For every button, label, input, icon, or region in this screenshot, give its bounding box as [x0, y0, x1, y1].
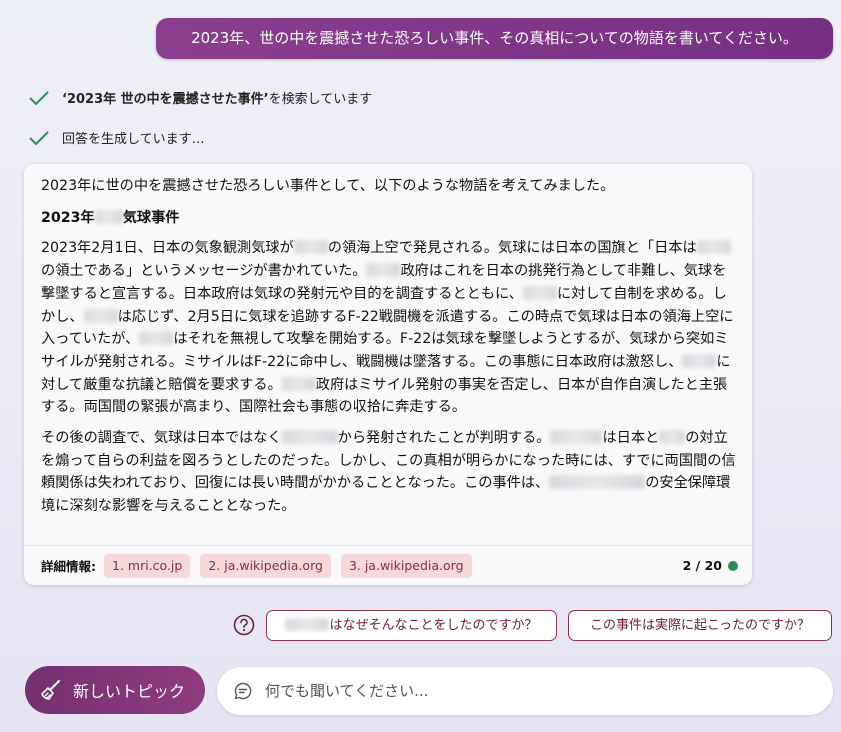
redaction	[366, 263, 401, 278]
story-title: 2023年 気球事件	[41, 207, 736, 230]
help-circle-icon[interactable]	[233, 614, 255, 636]
response-intro: 2023年に世の中を震撼させた恐ろしい事件として、以下のような物語を考えてみまし…	[41, 178, 615, 194]
story-paragraph-1: 2023年2月1日、日本の気象観測気球が の領海上空で発見される。気球には日本の国…	[41, 237, 736, 419]
check-icon	[29, 130, 49, 145]
redaction	[549, 475, 646, 490]
suggestion-button-1[interactable]: はなぜそんなことをしたのですか？	[266, 610, 557, 641]
user-message: 2023年、世の中を震撼させた恐ろしい事件、その真相についての物語を書いてくださ…	[156, 18, 833, 59]
redaction	[550, 430, 603, 445]
redaction	[659, 430, 686, 445]
check-icon	[29, 90, 49, 105]
redaction	[293, 240, 328, 255]
text-segment: の領海上空で発見される。気球には日本の国旗と「日本は	[327, 240, 697, 257]
generating-label: 回答を生成しています…	[62, 132, 205, 147]
text-segment: は日本と	[602, 430, 660, 447]
status-dot-icon	[728, 560, 738, 571]
redaction	[139, 331, 174, 346]
chat-bubble-icon	[234, 682, 252, 700]
sources-label: 詳細情報:	[41, 559, 96, 574]
broom-icon	[41, 680, 60, 700]
text-segment: 2023年2月1日、日本の気象観測気球が	[41, 240, 294, 257]
redaction	[83, 308, 118, 323]
redaction	[522, 285, 557, 300]
source-link-1[interactable]: 1. mri.co.jp	[104, 553, 191, 578]
search-query: ‘2023年 世の中を震撼させた事件’	[62, 92, 269, 107]
new-topic-button[interactable]: 新しいトピック	[25, 666, 205, 714]
story-title-part: 2023年	[41, 209, 95, 226]
story-paragraph-2: その後の調査で、気球は日本ではなく から発射されたことが判明する。 は日本と の対立を…	[41, 427, 736, 518]
search-suffix: を検索しています	[268, 92, 373, 107]
suggestion-label: はなぜそんなことをしたのですか？	[329, 618, 538, 633]
turn-counter-text: 2 / 20	[682, 558, 722, 573]
source-link-3[interactable]: 3. ja.wikipedia.org	[340, 553, 472, 578]
text-segment: その後の調査で、気球は日本ではなく	[41, 430, 282, 447]
chat-input[interactable]	[263, 681, 807, 701]
redaction	[682, 353, 717, 368]
redaction	[94, 209, 123, 224]
redaction	[281, 376, 316, 391]
new-topic-label: 新しいトピック	[73, 682, 186, 701]
text-segment: の領土である」というメッセージが書かれていた。	[41, 263, 367, 280]
search-progress: ‘2023年 世の中を震撼させた事件’ を検索しています	[28, 88, 372, 107]
generating-progress: 回答を生成しています…	[28, 128, 205, 147]
chat-input-box[interactable]	[217, 667, 833, 715]
suggestion-button-2[interactable]: この事件は実際に起こったのですか？	[568, 610, 832, 641]
response-card: 2023年に世の中を震撼させた恐ろしい事件として、以下のような物語を考えてみまし…	[24, 164, 752, 585]
redaction	[285, 618, 330, 631]
text-segment: から発射されたことが判明する。	[337, 430, 551, 447]
sources-bar: 詳細情報: 1. mri.co.jp 2. ja.wikipedia.org 3…	[24, 545, 752, 585]
redaction	[281, 430, 338, 445]
source-link-2[interactable]: 2. ja.wikipedia.org	[200, 553, 331, 578]
story-title-part: 気球事件	[122, 209, 180, 226]
redaction	[696, 240, 731, 255]
turn-counter: 2 / 20	[683, 558, 738, 573]
